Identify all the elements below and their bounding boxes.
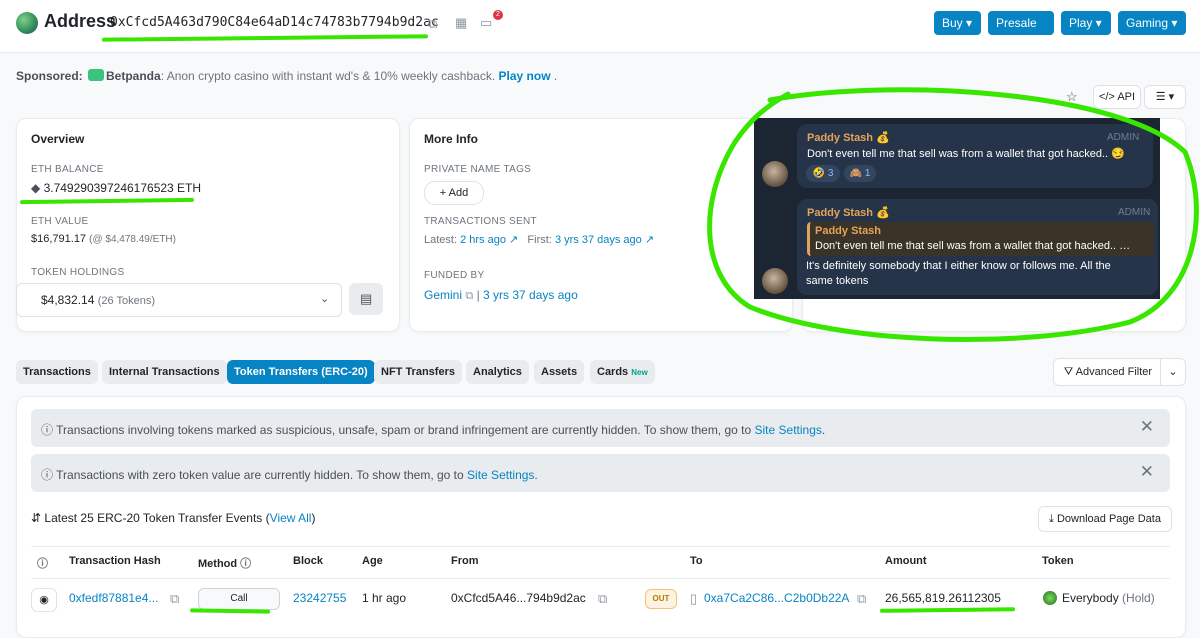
betpanda-logo-icon <box>88 69 105 81</box>
tab-cards[interactable]: Cards New <box>590 360 655 384</box>
method-badge: Call <box>198 588 280 610</box>
tab-nft-transfers[interactable]: NFT Transfers <box>374 360 462 384</box>
header-to: To <box>690 555 703 567</box>
tab-analytics[interactable]: Analytics <box>466 360 529 384</box>
token-holdings-label: TOKEN HOLDINGS <box>31 267 125 278</box>
gaming-menu-button[interactable]: Gaming ▾ <box>1118 11 1186 35</box>
tab-token-transfers[interactable]: Token Transfers (ERC-20) <box>227 360 375 384</box>
copy-icon[interactable]: ⧉ <box>428 16 437 32</box>
comment-icon[interactable]: ▭ <box>480 15 492 31</box>
eth-value-label: ETH VALUE <box>31 216 89 227</box>
download-icon: ⤓ <box>1049 513 1054 525</box>
funded-age-link[interactable]: 3 yrs 37 days ago <box>483 288 578 302</box>
events-heading: ⇵ Latest 25 ERC-20 Token Transfer Events… <box>31 511 316 525</box>
arrow-up-right-icon: ↗ <box>644 234 655 246</box>
buy-menu-button[interactable]: Buy ▾ <box>934 11 981 35</box>
new-badge: New <box>631 368 648 377</box>
funded-by-label: FUNDED BY <box>424 270 485 281</box>
sponsor-brand: Betpanda <box>106 69 161 83</box>
site-settings-link[interactable]: Site Settings <box>467 468 534 482</box>
sponsor-text: : Anon crypto casino with instant wd's &… <box>160 69 496 83</box>
transactions-sent-label: TRANSACTIONS SENT <box>424 216 537 227</box>
play-now-link[interactable]: Play now <box>499 69 551 83</box>
to-address-link[interactable]: 0xa7Ca2C86...C2b0Db22A <box>704 591 849 605</box>
token-logo-icon <box>1043 591 1057 605</box>
copy-icon[interactable]: ⧉ <box>465 290 473 302</box>
add-tag-button[interactable]: + Add <box>424 181 484 205</box>
address-avatar <box>16 12 38 34</box>
amount-value: 26,565,819.26112305 <box>885 591 1001 605</box>
header-age[interactable]: Age <box>362 555 383 567</box>
close-icon[interactable]: ✕ <box>1140 462 1154 482</box>
header-from: From <box>451 555 479 567</box>
download-page-data-button[interactable]: ⤓ Download Page Data <box>1038 506 1172 532</box>
close-icon[interactable]: ✕ <box>1140 417 1154 437</box>
eye-icon[interactable]: ◉ <box>31 588 57 612</box>
eth-balance-value: ◆ 3.749290397246176523 ETH <box>31 181 202 195</box>
header-transaction-hash: Transaction Hash <box>69 555 161 567</box>
header-block: Block <box>293 555 323 567</box>
alert-text-2: ⓘ Transactions with zero token value are… <box>41 468 538 482</box>
tab-transactions[interactable]: Transactions <box>16 360 98 384</box>
chevron-down-icon: ⌄ <box>320 293 330 305</box>
sponsored-banner: Sponsored: Betpanda: Anon crypto casino … <box>16 69 558 83</box>
filter-dropdown-button[interactable]: ⌄ <box>1160 358 1186 386</box>
table-divider <box>31 546 1170 547</box>
alert-text-1: ⓘ Transactions involving tokens marked a… <box>41 423 826 437</box>
tab-assets[interactable]: Assets <box>534 360 585 384</box>
view-all-link[interactable]: View All <box>270 511 312 525</box>
advanced-filter-button[interactable]: ⛛ Advanced Filter <box>1053 358 1163 386</box>
ethereum-icon: ◆ <box>31 181 41 195</box>
site-settings-link[interactable]: Site Settings <box>755 423 822 437</box>
transactions-sent-values: Latest: 2 hrs ago ↗ First: 3 yrs 37 days… <box>424 234 655 246</box>
sponsor-prefix: Sponsored: <box>16 69 83 83</box>
eth-balance-label: ETH BALANCE <box>31 164 104 175</box>
arrow-up-right-icon: ↗ <box>509 234 519 246</box>
from-address: 0xCfcd5A46...794b9d2ac <box>451 591 586 605</box>
age-value: 1 hr ago <box>362 591 407 605</box>
copy-icon[interactable]: ⧉ <box>857 591 866 607</box>
private-name-tags-label: PRIVATE NAME TAGS <box>424 164 532 175</box>
token-name[interactable]: Everybody (Hold) <box>1062 591 1155 605</box>
portfolio-button[interactable]: ▤ <box>349 283 383 315</box>
help-icon[interactable]: ⓘ <box>37 555 48 571</box>
direction-badge: OUT <box>645 589 677 609</box>
header-method: Method ⓘ <box>198 558 252 570</box>
copy-icon[interactable]: ⧉ <box>170 591 179 607</box>
table-divider <box>31 578 1170 579</box>
latest-tx-link[interactable]: 2 hrs ago <box>460 234 506 246</box>
overview-title: Overview <box>31 132 85 146</box>
header-amount[interactable]: Amount <box>885 555 927 567</box>
filter-icon: ⛛ <box>1063 366 1074 378</box>
tx-hash-link[interactable]: 0xfedf87881e4... <box>69 591 158 605</box>
play-menu-button[interactable]: Play ▾ <box>1061 11 1111 35</box>
more-info-title: More Info <box>424 132 478 146</box>
sort-icon: ⇵ <box>31 511 42 525</box>
highlight-circle <box>707 87 1199 342</box>
copy-icon[interactable]: ⧉ <box>598 591 607 607</box>
page-title: Address <box>44 11 117 31</box>
notification-badge: 2 <box>493 10 503 20</box>
funded-by-value: Gemini ⧉ | 3 yrs 37 days ago <box>424 288 578 302</box>
presale-menu-button[interactable]: Presale ▾ <box>988 11 1054 54</box>
help-icon: ⓘ <box>240 558 252 570</box>
first-tx-link[interactable]: 3 yrs 37 days ago <box>555 234 642 246</box>
header-token: Token <box>1042 555 1074 567</box>
token-holdings-value: $4,832.14 (26 Tokens) <box>41 293 156 307</box>
spam-tokens-alert: ⓘ Transactions involving tokens marked a… <box>31 409 1170 447</box>
tab-internal-transactions[interactable]: Internal Transactions <box>102 360 227 384</box>
zero-value-alert: ⓘ Transactions with zero token value are… <box>31 454 1170 492</box>
qr-code-icon[interactable]: ▦ <box>455 15 467 31</box>
funded-by-link[interactable]: Gemini <box>424 288 462 302</box>
info-icon: ⓘ <box>41 468 54 482</box>
wallet-icon: ▤ <box>360 291 373 306</box>
info-icon: ⓘ <box>41 423 54 437</box>
contract-file-icon: ▯ <box>690 591 698 606</box>
block-link[interactable]: 23242755 <box>293 591 346 605</box>
address-value: 0xCfcd5A463d790C84e64aD14c74783b7794b9d2… <box>110 15 439 30</box>
eth-value: $16,791.17 (@ $4,478.49/ETH) <box>31 233 176 245</box>
